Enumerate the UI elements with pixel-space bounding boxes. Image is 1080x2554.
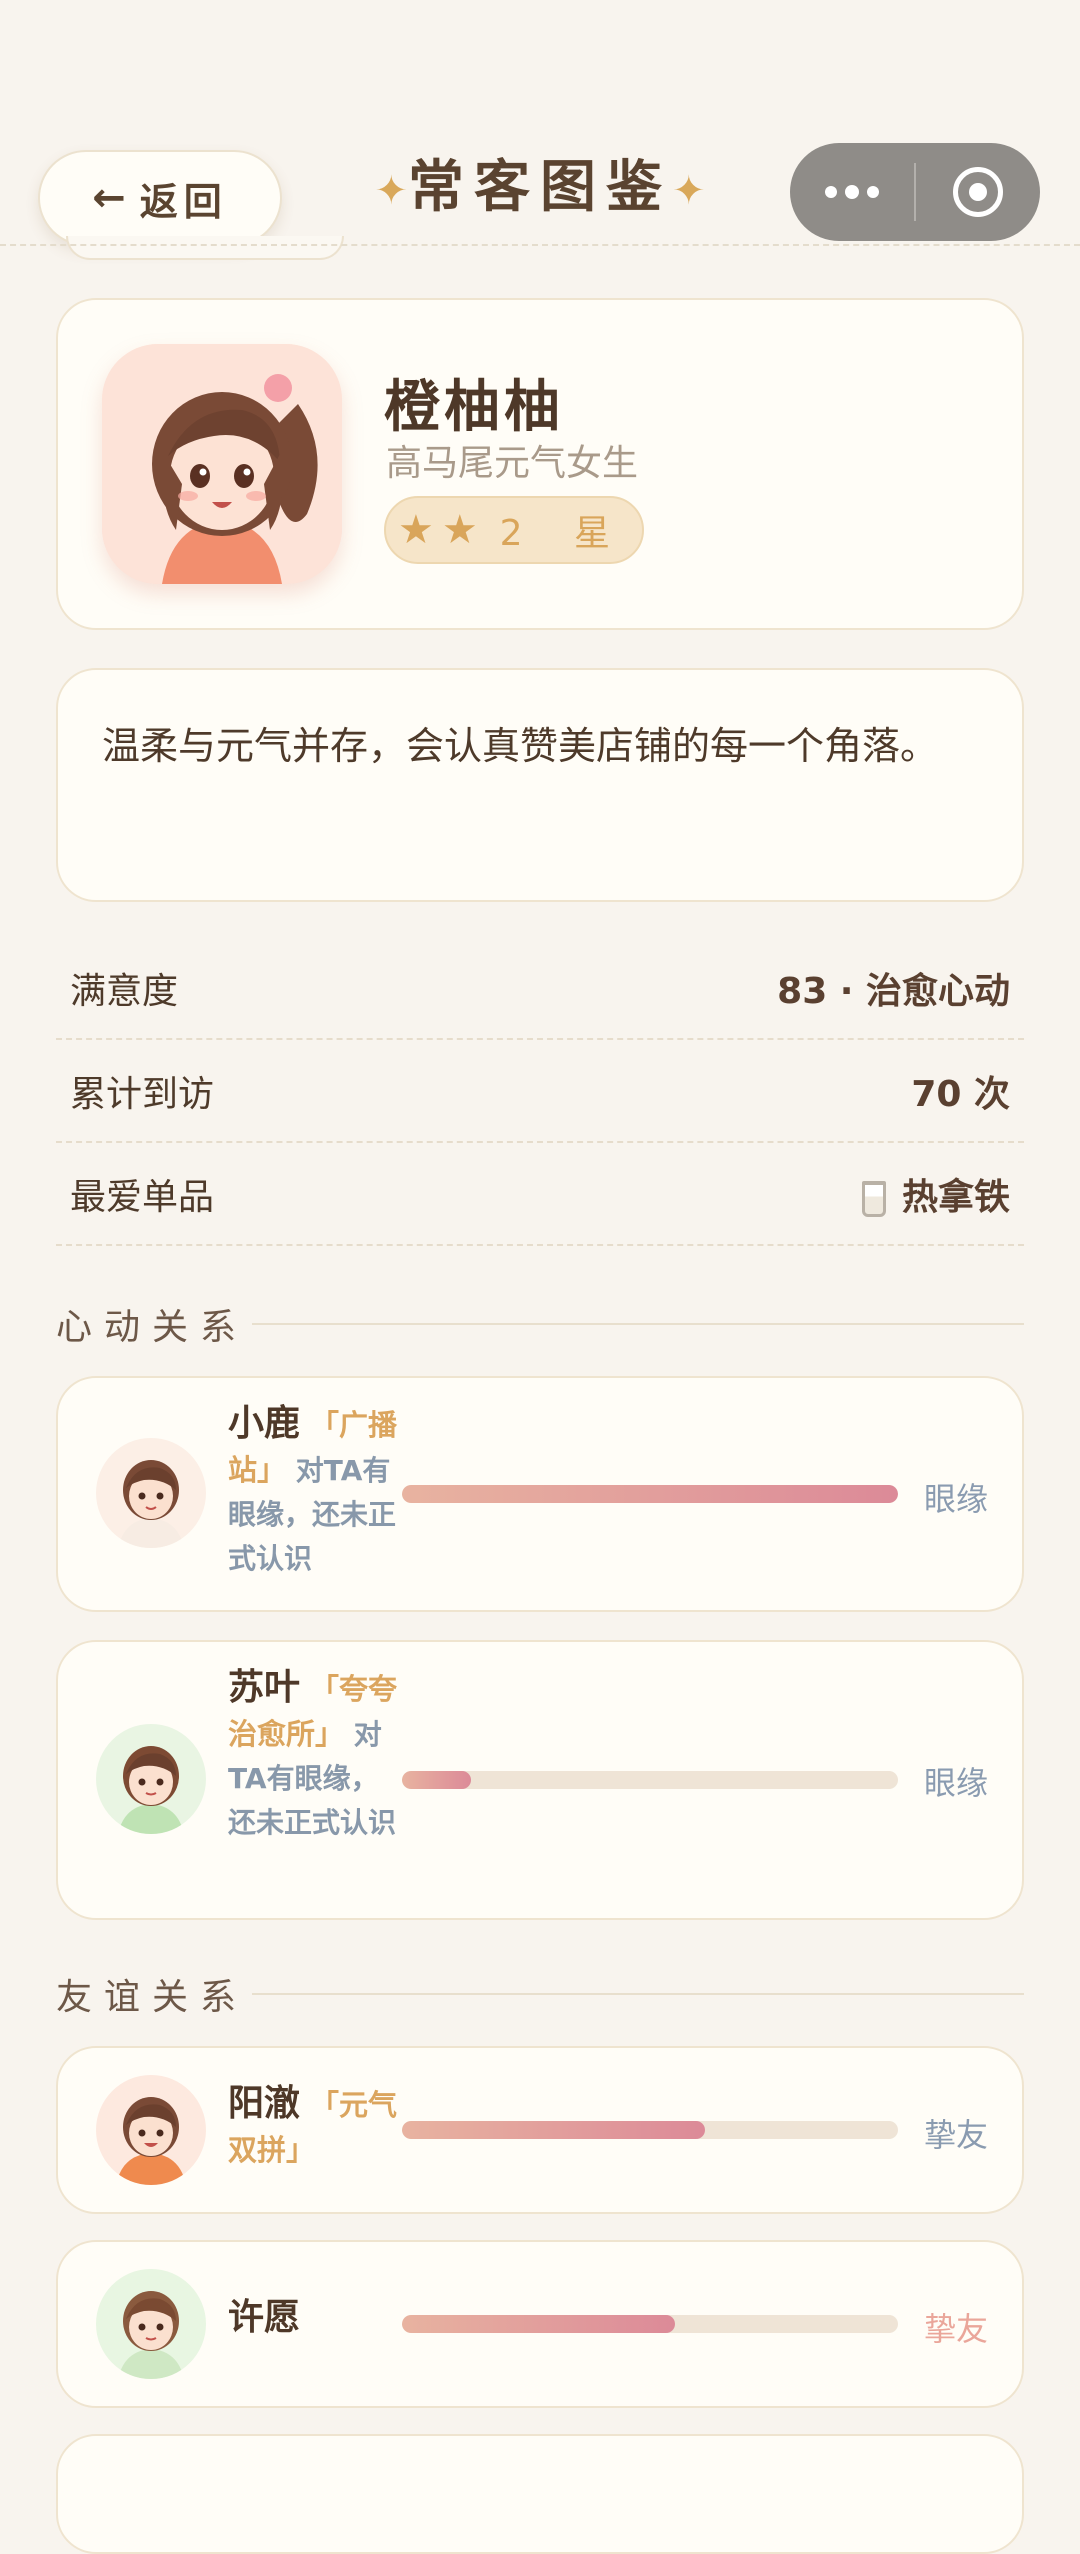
boy-avatar-icon <box>96 1724 206 1834</box>
stat-label: 满意度 <box>70 971 179 1012</box>
star-icon: ★ <box>397 507 434 553</box>
boy-avatar-icon <box>96 1438 206 1548</box>
progress-fill <box>402 1485 898 1503</box>
relation-name: 苏叶 <box>228 1667 301 1708</box>
miniprogram-capsule <box>790 143 1040 241</box>
section-title: 心动关系 <box>56 1307 249 1348</box>
relation-progress-bar <box>402 1771 898 1789</box>
stat-row-favorite: 最爱单品 热拿铁 <box>56 1144 1024 1246</box>
section-heading-heart: 心动关系 <box>56 1298 1024 1350</box>
progress-fill <box>402 1771 472 1789</box>
girl-ponytail-avatar-icon <box>102 344 342 584</box>
stat-value-wrap: 热拿铁 <box>861 1168 1010 1220</box>
progress-fill <box>402 2121 705 2139</box>
relation-name: 许愿 <box>228 2297 301 2338</box>
avatar <box>96 2075 206 2185</box>
relation-text: 小鹿 「广播站」 对TA有眼缘，还未正式认识 <box>228 1402 406 1581</box>
target-icon <box>953 167 1003 217</box>
dot-icon <box>845 185 859 199</box>
coffee-cup-icon <box>861 1181 886 1217</box>
customer-subtitle: 高马尾元气女生 <box>386 443 639 484</box>
relation-name: 阳澈 <box>228 2083 301 2124</box>
stat-value: 70 次 <box>911 1074 1010 1115</box>
dot-icon <box>825 186 837 198</box>
stat-value: 83 · 治愈心动 <box>777 971 1010 1012</box>
section-divider <box>252 1323 1024 1325</box>
section-heading-friend: 友谊关系 <box>56 1968 1024 2020</box>
relation-text: 苏叶 「夸夸治愈所」 对TA有眼缘，还未正式认识 <box>228 1666 406 1845</box>
relation-progress-bar <box>402 2315 898 2333</box>
customer-name: 橙柚柚 <box>384 375 564 440</box>
relation-progress-bar <box>402 1485 898 1503</box>
avatar <box>102 344 342 584</box>
sparkle-icon: ✦ <box>672 167 706 214</box>
progress-fill <box>402 2315 675 2333</box>
stat-row-visits: 累计到访 70 次 <box>56 1041 1024 1143</box>
stat-value: 热拿铁 <box>901 1177 1010 1218</box>
relation-card[interactable] <box>56 2434 1024 2554</box>
stat-label: 最爱单品 <box>70 1177 215 1218</box>
sparkle-icon: ✦ <box>374 167 408 214</box>
star-icon: ★ <box>441 507 478 553</box>
star-rating-text: 2 星 <box>499 513 631 554</box>
relation-level: 眼缘 <box>924 1480 989 1518</box>
stat-label: 累计到访 <box>70 1074 215 1115</box>
relation-progress-bar <box>402 2121 898 2139</box>
page-title-text: 常客图鉴 <box>408 155 672 220</box>
section-title: 友谊关系 <box>56 1977 249 2018</box>
relation-text: 阳澈 「元气双拼」 <box>228 2082 406 2173</box>
dot-icon <box>867 186 879 198</box>
relation-text: 许愿 <box>228 2296 406 2342</box>
scrolled-tab-remnant <box>66 236 344 260</box>
description-text: 温柔与元气并存，会认真赞美店铺的每一个角落。 <box>102 724 939 768</box>
close-miniprogram-button[interactable] <box>916 167 1040 217</box>
boy-avatar-icon <box>96 2269 206 2379</box>
boy-avatar-icon <box>96 2075 206 2185</box>
relation-level: 眼缘 <box>924 1764 989 1802</box>
avatar <box>96 1438 206 1548</box>
avatar <box>96 2269 206 2379</box>
more-options-button[interactable] <box>790 185 914 199</box>
star-rating-badge: ★ ★ 2 星 <box>384 496 644 564</box>
relation-level: 挚友 <box>924 2116 989 2154</box>
relation-level: 挚友 <box>924 2310 989 2348</box>
header-divider <box>0 244 1080 246</box>
stat-row-satisfaction: 满意度 83 · 治愈心动 <box>56 938 1024 1040</box>
relation-name: 小鹿 <box>228 1403 301 1444</box>
avatar <box>96 1724 206 1834</box>
section-divider <box>252 1993 1024 1995</box>
